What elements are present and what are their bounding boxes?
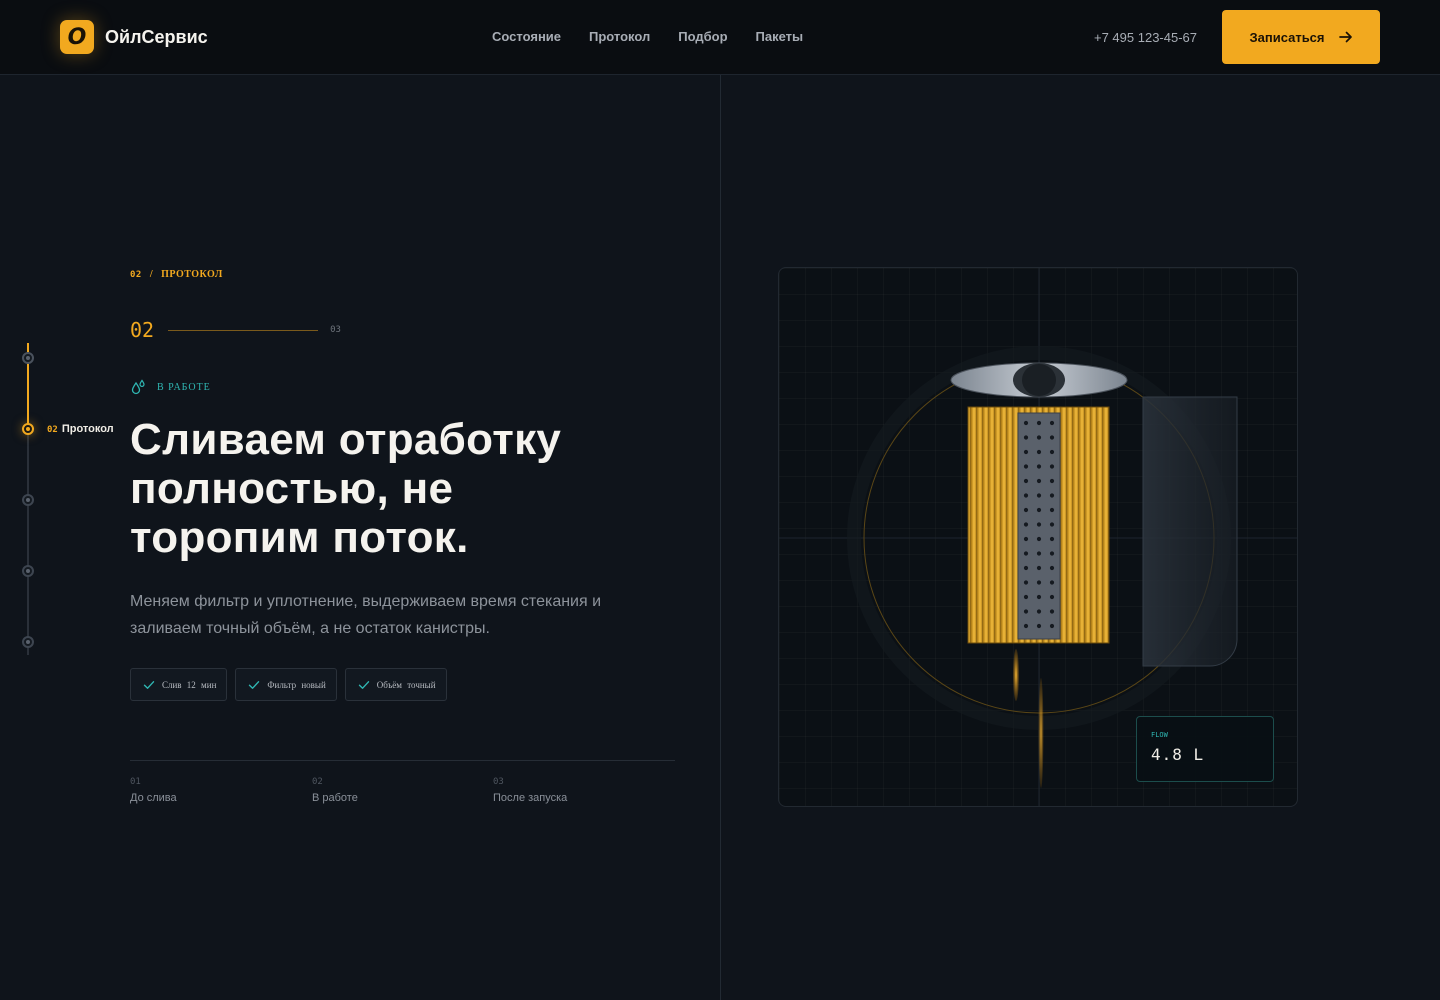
arrow-right-icon (1338, 31, 1352, 43)
chip-label: Слив 12 мин (162, 679, 217, 690)
stepper-active-num: 02 (47, 425, 58, 435)
flow-key: FLOW (1151, 731, 1168, 739)
drops-icon (131, 379, 145, 395)
eyebrow-num: 02 (130, 270, 142, 280)
stepper-active-text: Протокол (61, 423, 114, 435)
section-eyebrow: 02 / ПРОТОКОЛ (130, 269, 223, 280)
stat-before[interactable]: 01 До слива (130, 777, 177, 804)
chip-label: Объём точный (376, 679, 436, 690)
stepper-dot-5[interactable] (22, 636, 34, 648)
check-icon (358, 680, 369, 689)
check-icon (249, 680, 260, 689)
logo-mark: O (60, 20, 94, 54)
stat-label: В работе (312, 792, 358, 804)
nav-item-state[interactable]: Состояние (492, 29, 561, 44)
stat-num: 03 (493, 777, 504, 787)
check-icon (143, 680, 155, 689)
stat-after[interactable]: 03 После запуска (493, 777, 567, 804)
book-button[interactable]: Записаться (1222, 10, 1380, 64)
stepper-dot-2[interactable] (22, 423, 34, 435)
phone-number[interactable]: +7 495 123-45-67 (1094, 30, 1197, 45)
status-badge: В РАБОТЕ (130, 379, 211, 396)
stepper-active-label: 02 Протокол (47, 423, 114, 435)
stepper-dot-3[interactable] (22, 494, 34, 506)
site-header: O ОйлСервис Состояние Протокол Подбор Па… (0, 0, 1440, 75)
stepper-dot-4[interactable] (22, 565, 34, 577)
nav-item-protocol[interactable]: Протокол (589, 29, 650, 44)
filter-visual: FLOW 4.8 L (778, 267, 1298, 807)
stat-label: После запуска (493, 792, 568, 804)
progress-current: 02 (130, 318, 155, 342)
stat-num: 01 (130, 777, 141, 787)
chip-label: Фильтр новый (267, 679, 326, 690)
lead-paragraph: Меняем фильтр и уплотнение, выдерживаем … (130, 593, 602, 637)
stats-divider (130, 760, 675, 761)
stat-in-progress[interactable]: 02 В работе (312, 777, 358, 804)
chip-drain: Слив 12 мин (130, 668, 228, 701)
status-label: В РАБОТЕ (157, 382, 211, 393)
stat-label: До слива (130, 792, 177, 804)
stat-num: 02 (312, 777, 323, 787)
stepper-dot-1[interactable] (22, 352, 34, 364)
logo[interactable]: O ОйлСервис (60, 20, 208, 54)
feature-chips: Слив 12 мин Фильтр новый Объём точный (130, 668, 447, 701)
nav-item-packages[interactable]: Пакеты (756, 29, 804, 44)
progress-next: 03 (330, 325, 341, 335)
book-button-label: Записаться (1249, 29, 1325, 45)
eyebrow-sep: / (149, 269, 154, 280)
nav-item-selection[interactable]: Подбор (678, 29, 727, 44)
page-title: Сливаем отработку полностью, не торопим … (130, 415, 562, 562)
logo-text: ОйлСервис (105, 26, 208, 47)
flow-readout: FLOW 4.8 L (1136, 716, 1274, 782)
step-progress: 02 03 (130, 318, 341, 342)
chip-volume: Объём точный (344, 668, 447, 701)
eyebrow-label: ПРОТОКОЛ (161, 269, 223, 280)
flow-value: 4.8 L (1151, 745, 1205, 764)
column-divider (720, 75, 721, 1000)
progress-bar (168, 329, 319, 331)
main-nav: Состояние Протокол Подбор Пакеты (492, 29, 803, 44)
chip-filter: Фильтр новый (235, 668, 337, 701)
